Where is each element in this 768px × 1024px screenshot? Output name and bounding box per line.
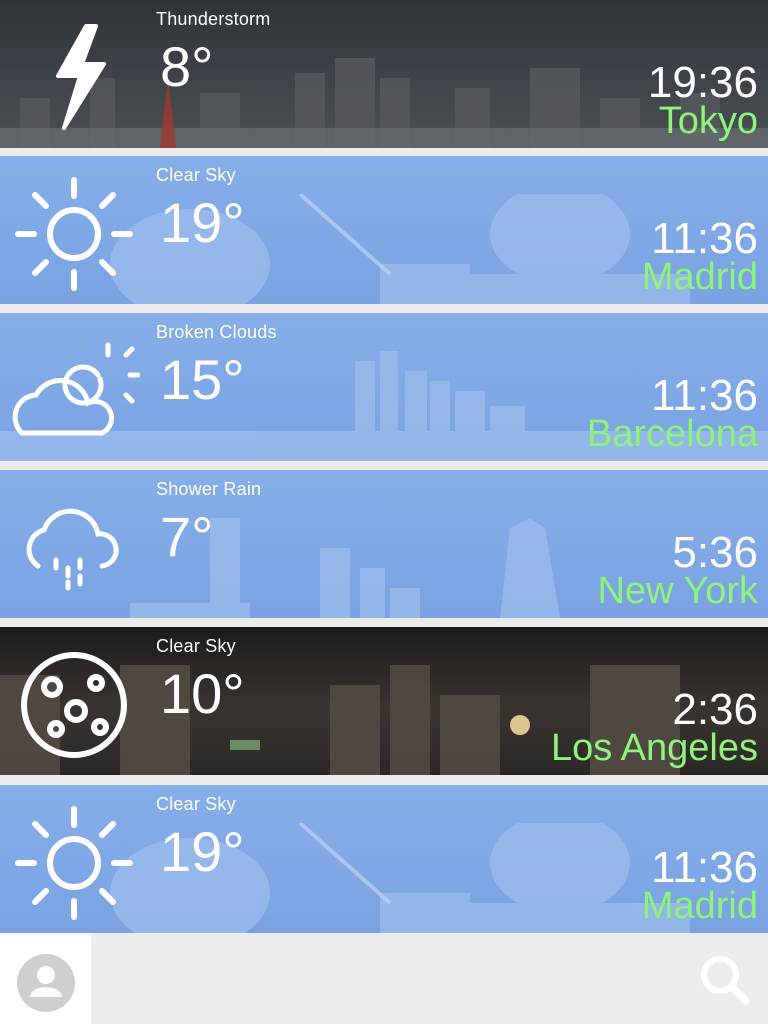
city-card-barcelona[interactable]: Broken Clouds 15° 11:36 Barcelona: [0, 313, 768, 461]
weather-condition: Thunderstorm: [156, 9, 271, 29]
city-card-tokyo[interactable]: Thunderstorm 8° 19:36 Tokyo: [0, 0, 768, 148]
cloud-sun-icon: [12, 342, 140, 436]
search-icon[interactable]: [698, 953, 752, 1007]
city-name: Barcelona: [586, 413, 758, 455]
city-card-madrid-2[interactable]: Clear Sky 19° 11:36 Madrid: [0, 785, 768, 933]
weather-condition: Shower Rain: [156, 479, 262, 499]
weather-condition: Clear Sky: [156, 636, 236, 656]
weather-condition: Broken Clouds: [156, 322, 277, 342]
temperature: 10°: [160, 662, 245, 725]
temperature: 19°: [160, 820, 245, 883]
sun-icon: [15, 806, 133, 920]
city-name: New York: [597, 570, 758, 612]
profile-tab[interactable]: [0, 933, 91, 1024]
temperature: 19°: [160, 191, 245, 254]
temperature: 8°: [160, 35, 214, 98]
sun-icon: [15, 177, 133, 291]
city-name: Los Angeles: [550, 727, 758, 769]
city-name: Madrid: [641, 885, 758, 927]
temperature: 7°: [160, 505, 214, 568]
city-card-los-angeles[interactable]: Clear Sky 10° 2:36 Los Angeles: [0, 627, 768, 775]
weather-condition: Clear Sky: [156, 165, 236, 185]
city-name: Tokyo: [658, 100, 758, 142]
city-card-madrid[interactable]: Clear Sky 19° 11:36 Madrid: [0, 156, 768, 304]
city-card-new-york[interactable]: Shower Rain 7° 5:36 New York: [0, 470, 768, 618]
moon-icon: [21, 652, 127, 758]
weather-condition: Clear Sky: [156, 794, 236, 814]
city-name: Madrid: [641, 256, 758, 298]
rain-cloud-icon: [26, 508, 119, 591]
temperature: 15°: [160, 348, 245, 411]
bottom-toolbar: [0, 933, 768, 1024]
user-icon: [17, 954, 75, 1012]
lightning-icon: [56, 24, 106, 130]
